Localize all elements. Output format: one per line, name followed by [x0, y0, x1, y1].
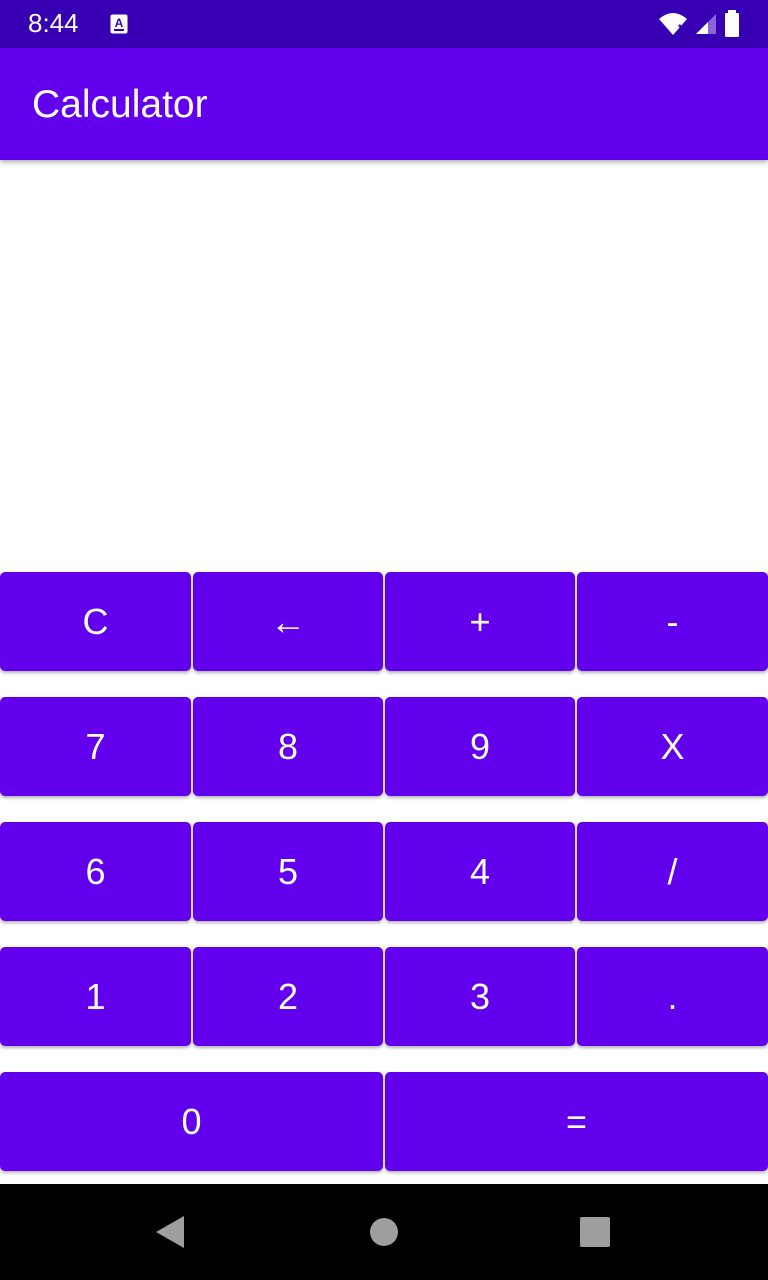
- backspace-button[interactable]: ←: [193, 572, 383, 671]
- recents-icon[interactable]: [547, 1184, 643, 1280]
- status-icons: [658, 10, 740, 43]
- status-bar: 8:44 A: [0, 0, 768, 48]
- digit-4-button[interactable]: 4: [385, 822, 575, 921]
- digit-9-button[interactable]: 9: [385, 697, 575, 796]
- decimal-point-button[interactable]: .: [577, 947, 768, 1046]
- navigation-bar: [0, 1184, 768, 1280]
- plus-button[interactable]: +: [385, 572, 575, 671]
- digit-7-button[interactable]: 7: [0, 697, 191, 796]
- back-icon[interactable]: [122, 1184, 218, 1280]
- equals-button[interactable]: =: [385, 1072, 768, 1171]
- signal-icon: [694, 12, 718, 41]
- digit-1-button[interactable]: 1: [0, 947, 191, 1046]
- battery-icon: [724, 10, 740, 43]
- digit-2-button[interactable]: 2: [193, 947, 383, 1046]
- digit-8-button[interactable]: 8: [193, 697, 383, 796]
- status-time: 8:44: [28, 8, 79, 38]
- clear-button[interactable]: C: [0, 572, 191, 671]
- svg-text:A: A: [115, 16, 124, 30]
- home-icon[interactable]: [336, 1184, 432, 1280]
- wifi-icon: [658, 11, 688, 42]
- digit-3-button[interactable]: 3: [385, 947, 575, 1046]
- minus-button[interactable]: -: [577, 572, 768, 671]
- digit-5-button[interactable]: 5: [193, 822, 383, 921]
- app-title: Calculator: [32, 83, 208, 126]
- digit-0-button[interactable]: 0: [0, 1072, 383, 1171]
- app-bar: Calculator: [0, 48, 768, 160]
- digit-6-button[interactable]: 6: [0, 822, 191, 921]
- a-notification-icon: A: [110, 14, 128, 34]
- multiply-button[interactable]: X: [577, 697, 768, 796]
- divide-button[interactable]: /: [577, 822, 768, 921]
- calculator-display: [0, 160, 768, 564]
